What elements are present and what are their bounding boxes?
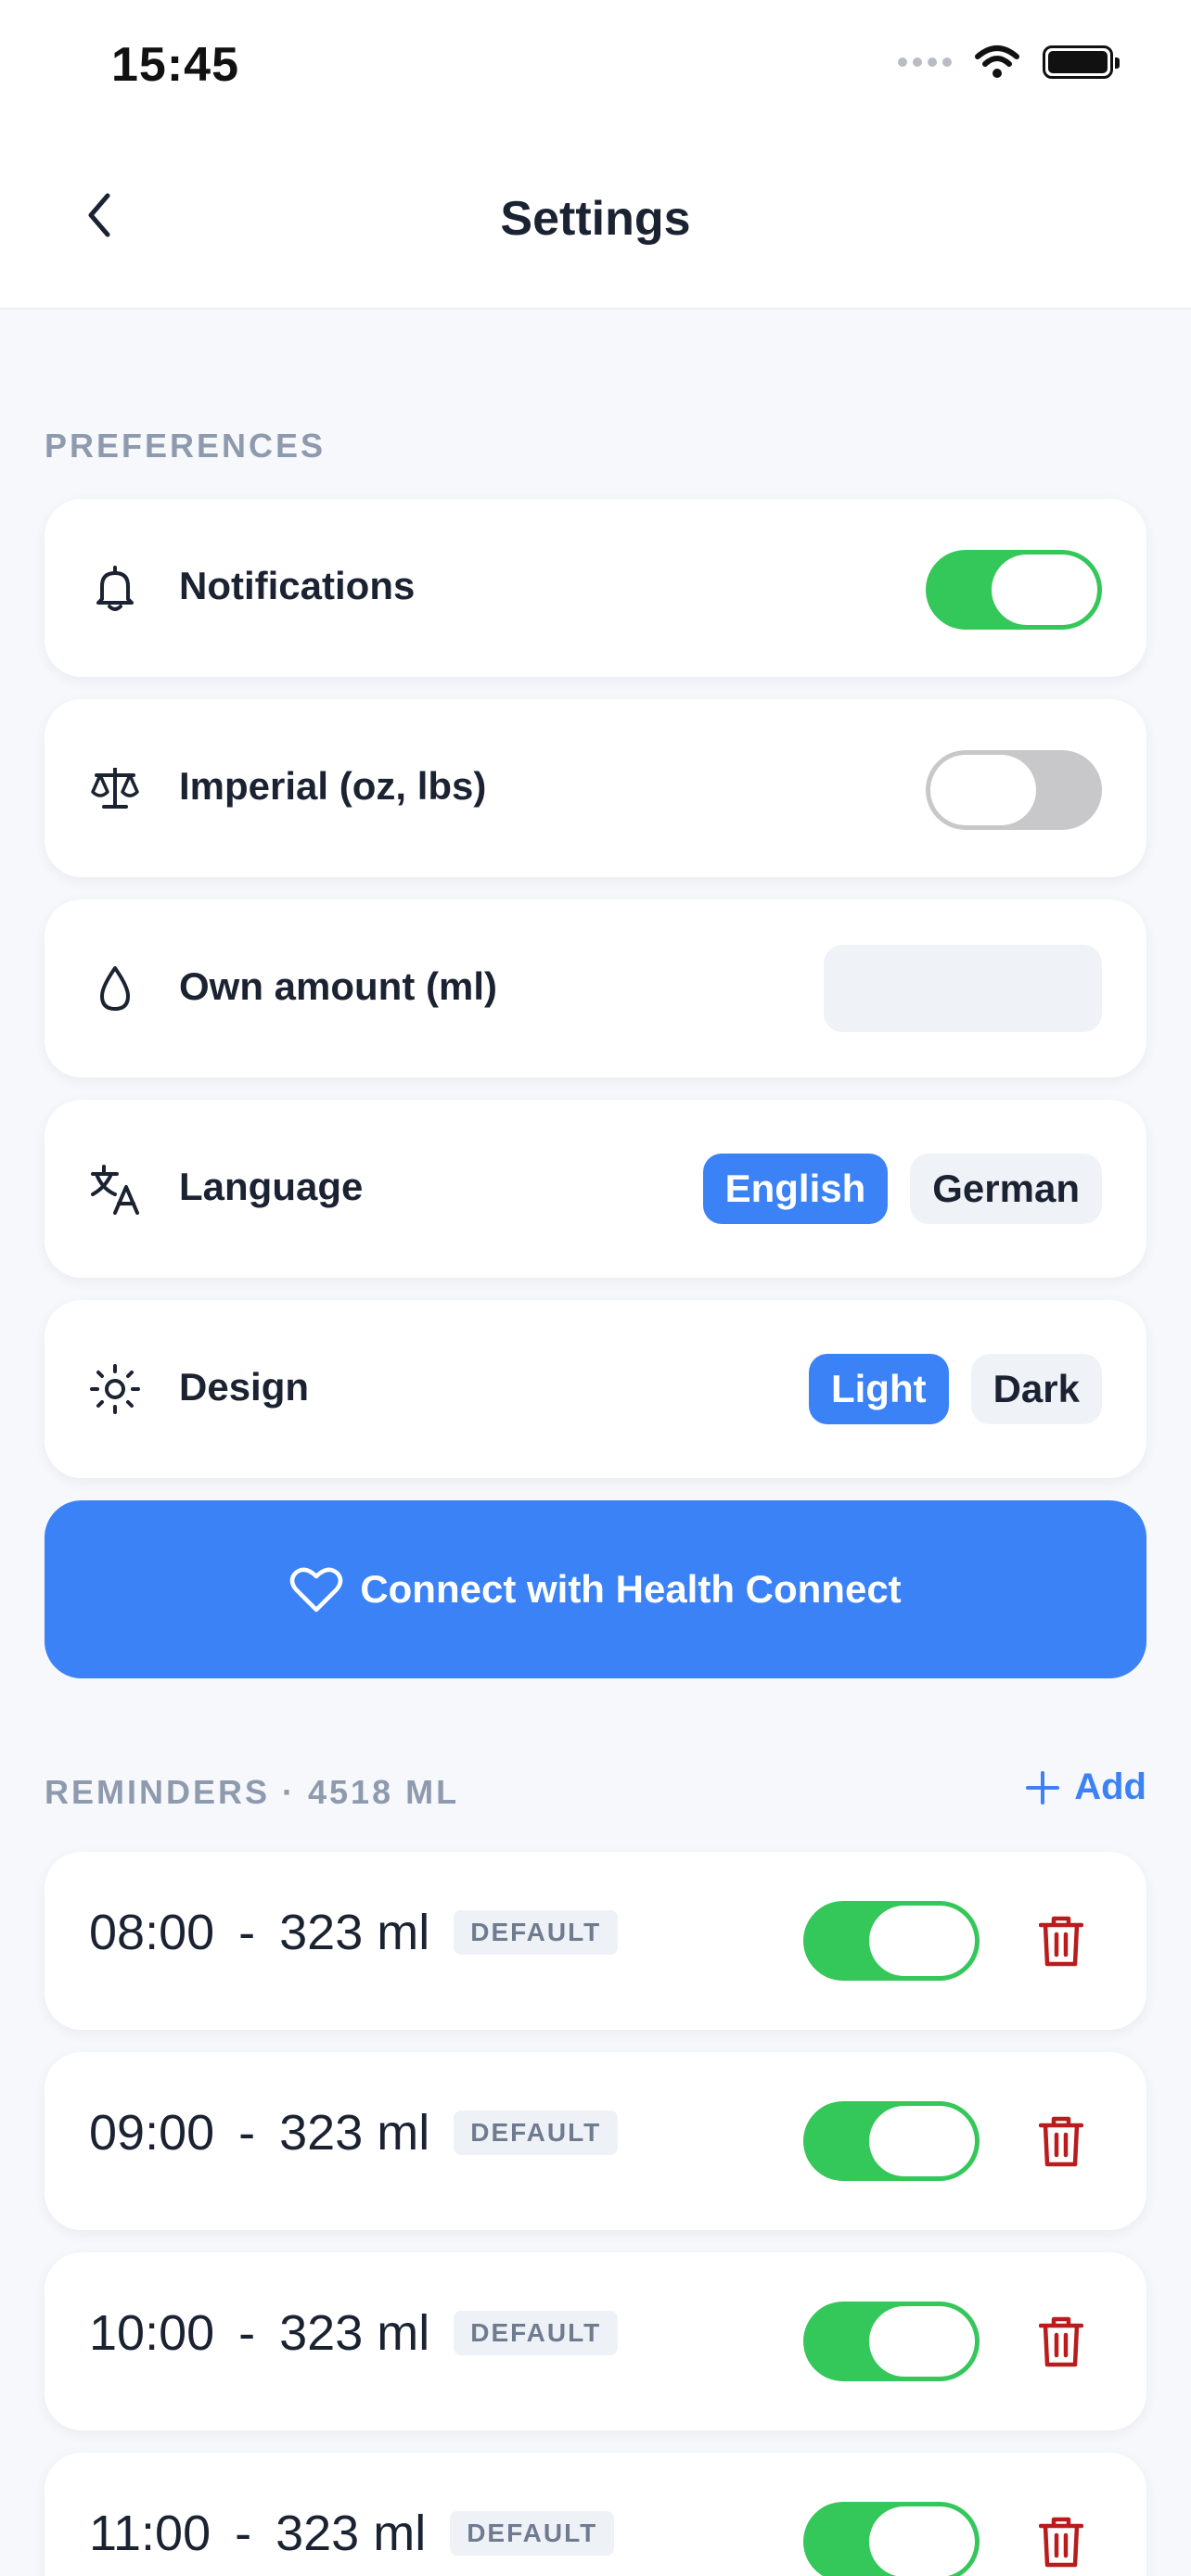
own-amount-input[interactable] [824,945,1102,1032]
default-badge: DEFAULT [454,2311,619,2355]
reminder-time: 11:00 [89,2506,211,2561]
health-connect-button[interactable]: Connect with Health Connect [45,1500,1146,1678]
drop-icon [89,963,141,1014]
reminder-amount: 323 ml [279,2105,430,2161]
delete-reminder-button[interactable] [1035,2512,1087,2571]
trash-icon [1039,2316,1083,2367]
notifications-label: Notifications [179,564,416,607]
reminder-row: 08:00 - 323 ml DEFAULT [45,1852,1146,2030]
reminder-toggle[interactable] [803,2502,980,2576]
reminder-toggle[interactable] [803,1901,980,1981]
trash-icon [1039,1916,1083,1967]
trash-icon [1039,2116,1083,2167]
default-badge: DEFAULT [454,2111,619,2155]
preferences-section-label: PREFERENCES [45,427,327,465]
reminder-separator: - [235,2506,252,2561]
reminder-time: 10:00 [89,2305,215,2361]
language-label: Language [179,1165,364,1208]
reminder-text: 11:00 - 323 ml DEFAULT [89,2505,615,2562]
reminder-separator: - [238,2105,256,2161]
imperial-row: Imperial (oz, lbs) [45,699,1146,877]
design-row: Design Light Dark [45,1300,1146,1478]
imperial-label: Imperial (oz, lbs) [179,764,487,808]
heart-icon [290,1567,343,1613]
battery-icon [1043,45,1120,79]
add-reminder-label: Add [1074,1766,1146,1807]
design-selector: Light Dark [808,1354,1102,1424]
default-badge: DEFAULT [454,1910,619,1955]
language-selector: English German [702,1154,1102,1224]
cellular-signal-icon [898,57,952,67]
reminder-amount: 323 ml [279,1905,430,1960]
own-amount-label: Own amount (ml) [179,964,497,1008]
delete-reminder-button[interactable] [1035,2312,1087,2371]
add-reminder-button[interactable]: Add [1024,1766,1146,1808]
delete-reminder-button[interactable] [1035,1911,1087,1970]
reminder-toggle[interactable] [803,2101,980,2181]
own-amount-row: Own amount (ml) [45,899,1146,1078]
reminder-toggle[interactable] [803,2302,980,2381]
navigation-bar: Settings [0,139,1191,310]
design-option-light[interactable]: Light [808,1354,949,1424]
reminder-text: 09:00 - 323 ml DEFAULT [89,2104,619,2162]
imperial-toggle[interactable] [926,750,1102,830]
language-option-german[interactable]: German [910,1154,1102,1224]
reminders-section-label: REMINDERS · 4518 ML [45,1773,460,1811]
reminder-row: 09:00 - 323 ml DEFAULT [45,2052,1146,2230]
design-option-dark[interactable]: Dark [970,1354,1102,1424]
scale-icon [89,762,141,814]
bell-icon [89,562,141,614]
reminder-separator: - [238,1905,256,1960]
sun-icon [89,1363,141,1415]
status-bar: 15:45 [0,0,1191,139]
page-title: Settings [500,192,691,246]
reminder-amount: 323 ml [279,2305,430,2361]
reminder-text: 08:00 - 323 ml DEFAULT [89,1904,619,1961]
trash-icon [1039,2517,1083,2568]
health-connect-label: Connect with Health Connect [360,1567,902,1611]
notifications-toggle[interactable] [926,550,1102,630]
reminder-amount: 323 ml [275,2506,427,2561]
delete-reminder-button[interactable] [1035,2111,1087,2171]
reminder-row: 10:00 - 323 ml DEFAULT [45,2252,1146,2430]
reminder-row: 11:00 - 323 ml DEFAULT [45,2453,1146,2576]
plus-icon [1026,1770,1060,1804]
reminder-text: 10:00 - 323 ml DEFAULT [89,2304,619,2362]
reminder-time: 08:00 [89,1905,215,1960]
default-badge: DEFAULT [450,2511,615,2556]
translate-icon [89,1163,141,1215]
notifications-row: Notifications [45,499,1146,677]
reminder-time: 09:00 [89,2105,215,2161]
status-icons [898,45,1120,80]
language-option-english[interactable]: English [702,1154,889,1224]
wifi-icon [975,45,1019,78]
reminder-separator: - [238,2305,256,2361]
status-time: 15:45 [111,38,239,92]
language-row: Language English German [45,1100,1146,1278]
design-label: Design [179,1365,310,1409]
